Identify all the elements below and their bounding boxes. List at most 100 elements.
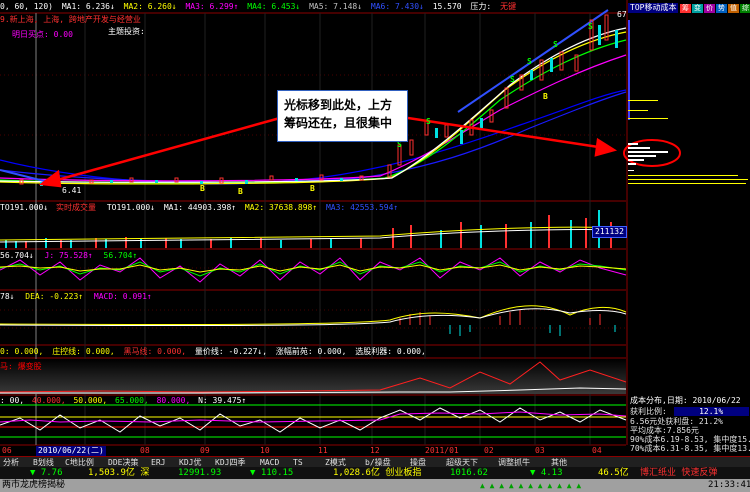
- buy-point-note: 明日买点: 0.00: [12, 30, 73, 39]
- top-info-bar: 0, 60, 120) MA1: 6.236↓ MA2: 6.260↓ MA3:…: [0, 2, 516, 12]
- quote-news[interactable]: 博汇纸业 快速反弹: [640, 467, 717, 479]
- profit-ratio-bar: 12.1%: [673, 407, 749, 416]
- ma6-value: MA6: 7.430↓: [370, 2, 424, 11]
- avg-cost: 平均成本:7.856元: [630, 426, 699, 435]
- profit-ratio-label: 获利比例:: [630, 407, 667, 416]
- theme-note: 主题投资:: [108, 27, 145, 36]
- date-label: 09: [200, 446, 210, 455]
- pressure-value: 无键: [500, 2, 517, 11]
- custom-panel-label: 0: 0.000, 庄控线: 0.000, 黑马线: 0.000, 量价线: -…: [0, 347, 426, 357]
- kdj-panel-label: 56.704↓ J: 75.528↑ 56.704↑: [0, 251, 137, 261]
- custom-a: 庄控线: 0.000,: [52, 347, 115, 356]
- macd-dif: 78↓: [0, 292, 15, 301]
- volume-bars: [0, 210, 627, 248]
- chip-tab[interactable]: 综: [740, 4, 750, 13]
- custom-c: 量价线: -0.227↓,: [194, 347, 268, 356]
- date-label: 02: [484, 446, 494, 455]
- indicator-tab-bar: 分析 B划线 C地比例 DDE决策 ERJ KDJ优 KDJ四季 MACD TS…: [0, 456, 750, 467]
- signal-s: S: [426, 117, 431, 126]
- stock-note: 9.新上海, 上海, 跨地产开发与经营业: [0, 15, 141, 24]
- kdj-d: 56.704↑: [103, 251, 138, 260]
- cost-title: 成本分布,日期: 2010/06/22: [630, 396, 741, 405]
- rsi-d: 65.000,: [115, 396, 149, 405]
- quote-change: ▼ 110.15: [250, 468, 294, 478]
- quote-change: ▼ 4.13: [530, 468, 563, 478]
- rsi-a: : 00,: [0, 396, 25, 405]
- custom-e: 选股利器: 0.000,: [355, 347, 426, 356]
- chip-tab[interactable]: 势: [716, 4, 727, 13]
- volume-box: 211132: [592, 226, 627, 238]
- date-label: 10: [260, 446, 270, 455]
- signal-s: S: [588, 22, 593, 31]
- date-label: 08: [140, 446, 150, 455]
- quote-volume: 46.5亿: [598, 468, 629, 478]
- date-label: 04: [592, 446, 602, 455]
- status-arrows: ▲ ▲ ▲ ▲ ▲ ▲ ▲ ▲ ▲ ▲ ▲: [480, 481, 582, 490]
- vol-ma2: MA2: 37638.898↑: [244, 203, 318, 212]
- red-panel: [0, 359, 627, 394]
- right-panel-value: 67: [617, 10, 627, 19]
- vol-ma1: MA1: 44903.398↑: [163, 203, 237, 212]
- chip-tab-strip: 筹 变 价 势 值 综: [680, 2, 750, 14]
- rsi-b: 40.000,: [31, 396, 66, 405]
- custom-d: 涨幅前苑: 0.000,: [275, 347, 347, 356]
- signal-b: B: [238, 187, 243, 196]
- status-bar: 两市龙虎榜揭秘 ▲ ▲ ▲ ▲ ▲ ▲ ▲ ▲ ▲ ▲ ▲ 21:33:41: [0, 479, 750, 492]
- custom-b: 黑马线: 0.000,: [123, 347, 187, 356]
- date-label-selected: 2010/06/22(二): [36, 446, 106, 456]
- annotation-box: 光标移到此处，上方筹码还在，且很集中: [277, 90, 408, 142]
- kdj-k: 56.704↓: [0, 251, 34, 260]
- red-panel-title: 马: 爆变股: [0, 362, 42, 371]
- macd-panel-label: 78↓ DEA: -0.223↑ MACD: 0.091↑: [0, 292, 152, 302]
- date-label: 12: [370, 446, 380, 455]
- profit-line: 6.56元处获利盘: 21.2%: [630, 417, 723, 426]
- rsi-panel: [0, 404, 627, 438]
- price-value: 15.570: [432, 2, 462, 11]
- signal-b: B: [200, 184, 205, 193]
- quote-index: 1016.62: [450, 468, 488, 478]
- quote-index: 12991.93: [178, 468, 222, 478]
- cost-70: 70%成本6.31-8.35, 集中度13.9: [630, 444, 750, 453]
- profit-ratio-row: 获利比例: 12.1%: [630, 407, 749, 416]
- date-label: 06: [2, 446, 12, 455]
- signal-s: S: [553, 40, 558, 49]
- low-price-marker: 6.41: [62, 186, 82, 195]
- top-info-left: 0, 60, 120): [0, 2, 53, 11]
- chip-tab[interactable]: 价: [704, 4, 715, 13]
- ma2-value: MA2: 6.260↓: [123, 2, 177, 11]
- vol-extra: 实时成交量: [56, 203, 96, 212]
- quote-volume: 1,028.6亿 创业板指: [333, 468, 422, 478]
- rsi-panel-label: : 00, 40.000, 50.000, 65.000, 80.000, N:…: [0, 396, 246, 406]
- signal-b: B: [310, 184, 315, 193]
- kdj-j: J: 75.528↑: [44, 251, 93, 260]
- quote-volume: 1,503.9亿 深: [88, 468, 150, 478]
- annotation-text: 光标移到此处，上方筹码还在，且很集中: [284, 98, 393, 130]
- quote-bar: ▼ 7.76 1,503.9亿 深 12991.93 ▼ 110.15 1,02…: [0, 467, 750, 479]
- date-axis: 06 2010/06/22(二) 08 09 10 11 12 2011/01 …: [0, 446, 626, 456]
- chip-tab[interactable]: 变: [692, 4, 703, 13]
- macd-dea: DEA: -0.223↑: [25, 292, 84, 301]
- rsi-c: 50.000,: [73, 396, 108, 405]
- date-label: 03: [535, 446, 545, 455]
- signal-s: S: [510, 75, 515, 84]
- kdj-lines: [0, 257, 627, 283]
- vol-label: TO191.000↓: [0, 203, 49, 212]
- ma1-value: MA1: 6.236↓: [61, 2, 115, 11]
- ma4-value: MA4: 6.453↓: [247, 2, 301, 11]
- ma3-value: MA3: 6.299↑: [185, 2, 239, 11]
- status-time: 21:33:41: [708, 480, 750, 490]
- status-left[interactable]: 两市龙虎榜揭秘: [2, 480, 65, 490]
- rsi-f: N: 39.475↑: [198, 396, 247, 405]
- chip-tab[interactable]: 值: [728, 4, 739, 13]
- pressure-label: 压力:: [470, 2, 492, 11]
- vol-ma3: MA3: 42553.594↑: [325, 203, 399, 212]
- quote-change: ▼ 7.76: [30, 468, 63, 478]
- custom-z: 0: 0.000,: [0, 347, 44, 356]
- right-panel-title: TOP移动成本: [628, 3, 679, 13]
- ma5-value: MA5: 7.148↓: [309, 2, 363, 11]
- rsi-e: 80.000,: [156, 396, 191, 405]
- chip-tab[interactable]: 筹: [680, 4, 691, 13]
- macd-value: MACD: 0.091↑: [93, 292, 152, 301]
- date-label: 2011/01: [425, 446, 459, 455]
- signal-b: B: [543, 92, 548, 101]
